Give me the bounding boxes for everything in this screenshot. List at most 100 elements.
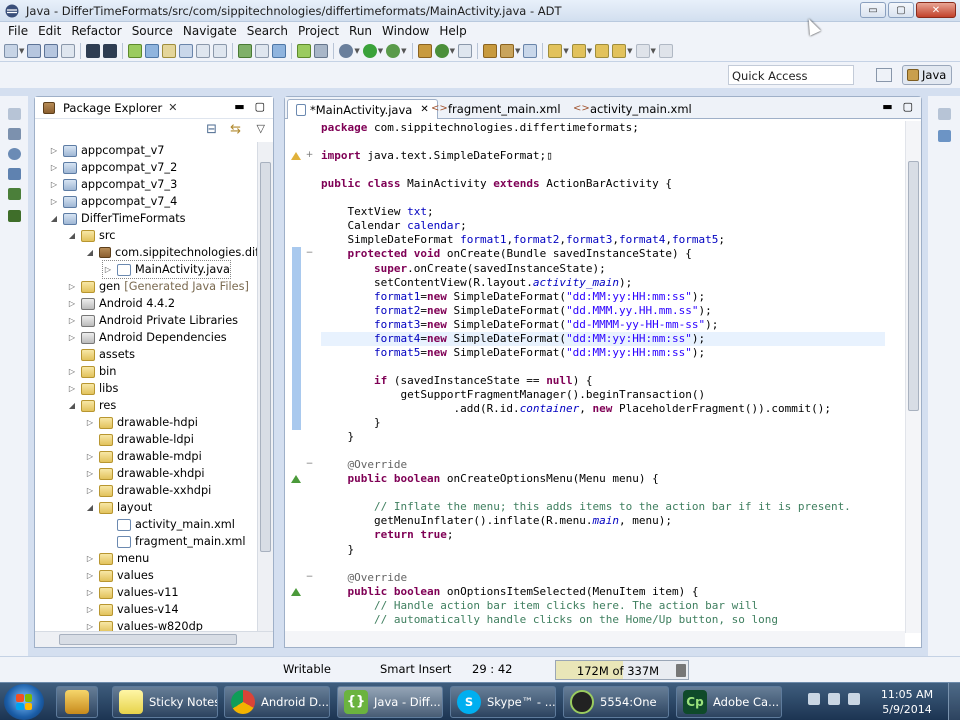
tree-item[interactable]: ▷ drawable-hdpi xyxy=(85,414,198,431)
start-button[interactable] xyxy=(4,684,44,720)
expand-toggle-icon[interactable]: ▷ xyxy=(85,571,95,580)
editor-scroll-thumb[interactable] xyxy=(908,161,919,411)
expand-toggle-icon[interactable]: ▷ xyxy=(49,163,59,172)
collapse-all-icon[interactable]: ⊟ xyxy=(206,122,217,137)
expand-toggle-icon[interactable]: ◢ xyxy=(85,248,95,257)
tree-item[interactable]: ▷ menu xyxy=(85,550,149,567)
new-android-xml-icon[interactable] xyxy=(255,43,270,58)
code-line[interactable]: setContentView(R.layout.activity_main); xyxy=(321,276,632,290)
code-line[interactable]: TextView txt; xyxy=(321,205,433,219)
package-explorer-tab[interactable]: Package Explorer ✕ ▬ ▢ xyxy=(35,97,273,119)
hierarchy-icon[interactable] xyxy=(8,128,21,140)
tree-item[interactable]: drawable-ldpi xyxy=(85,431,194,448)
java-perspective-button[interactable]: Java xyxy=(902,65,952,85)
taskbar-emulator[interactable]: 5554:One xyxy=(563,686,669,718)
tree-item[interactable]: ▷ values-v14 xyxy=(85,601,179,618)
tree-item[interactable]: ▷ Android 4.4.2 xyxy=(67,295,175,312)
taskbar-explorer[interactable] xyxy=(56,686,98,718)
code-line[interactable]: public boolean onOptionsItemSelected(Men… xyxy=(321,585,699,599)
tree-item[interactable]: ◢ src xyxy=(67,227,116,244)
print-icon[interactable] xyxy=(61,43,76,58)
restore-right-icon[interactable] xyxy=(938,108,951,120)
expand-toggle-icon[interactable]: ▷ xyxy=(67,384,77,393)
tree-item[interactable]: fragment_main.xml xyxy=(103,533,246,550)
expand-toggle-icon[interactable]: ▷ xyxy=(85,469,95,478)
search-dropdown-icon[interactable]: ▼ xyxy=(515,47,520,55)
tree-item[interactable]: ◢ res xyxy=(67,397,116,414)
taskbar-skype[interactable]: S Skype™ - ... xyxy=(450,686,556,718)
restore-icon[interactable] xyxy=(8,108,21,120)
new-java-class-icon[interactable] xyxy=(434,43,449,58)
javadoc-icon[interactable] xyxy=(8,148,21,160)
garbage-collect-icon[interactable] xyxy=(676,664,686,677)
new-test-icon[interactable] xyxy=(272,43,287,58)
editor-maximize-icon[interactable]: ▢ xyxy=(903,100,913,113)
code-line[interactable]: // automatically handle clicks on the Ho… xyxy=(321,613,778,627)
code-line[interactable]: format4=new SimpleDateFormat("dd:MM:yy:H… xyxy=(321,332,705,346)
expand-toggle-icon[interactable]: ◢ xyxy=(85,503,95,512)
expand-toggle-icon[interactable]: ◢ xyxy=(49,214,59,223)
expand-toggle-icon[interactable]: ▷ xyxy=(85,486,95,495)
save-all-icon[interactable] xyxy=(44,43,59,58)
taskbar-adobe-captivate[interactable]: Cp Adobe Ca... xyxy=(676,686,782,718)
tree-hscroll-thumb[interactable] xyxy=(59,634,237,645)
outline-icon[interactable] xyxy=(938,130,951,142)
tree-item[interactable]: ▷ drawable-xxhdpi xyxy=(85,482,211,499)
expand-toggle-icon[interactable]: ▷ xyxy=(85,554,95,563)
expand-toggle-icon[interactable]: ▷ xyxy=(49,146,59,155)
external-dropdown-icon[interactable]: ▼ xyxy=(401,47,406,55)
code-line[interactable]: } xyxy=(321,416,381,430)
code-line[interactable]: Calendar calendar; xyxy=(321,219,466,233)
tree-item[interactable]: ▷ MainActivity.java xyxy=(102,260,231,279)
run-external-icon[interactable] xyxy=(386,43,401,58)
network-icon[interactable] xyxy=(828,693,840,705)
pin-editor-icon[interactable] xyxy=(658,43,673,58)
toggle-block-icon[interactable] xyxy=(196,43,211,58)
new-dropdown-icon[interactable]: ▼ xyxy=(19,47,24,55)
editor-vertical-scrollbar[interactable] xyxy=(905,121,921,633)
code-line[interactable]: // Handle action bar item clicks here. T… xyxy=(321,599,758,613)
override-marker-icon[interactable] xyxy=(291,475,301,484)
tree-item[interactable]: ◢ layout xyxy=(85,499,152,516)
editor-horizontal-scrollbar[interactable] xyxy=(285,631,905,647)
menu-project[interactable]: Project xyxy=(293,24,344,38)
expand-toggle-icon[interactable]: ▷ xyxy=(49,180,59,189)
console-icon[interactable] xyxy=(8,188,21,200)
code-line[interactable]: @Override xyxy=(321,458,408,472)
back-dropdown-icon[interactable]: ▼ xyxy=(627,47,632,55)
tree-item[interactable]: assets xyxy=(67,346,135,363)
expand-toggle-icon[interactable]: ▷ xyxy=(67,282,77,291)
tree-item[interactable]: ▷ appcompat_v7_3 xyxy=(49,176,177,193)
search-icon[interactable] xyxy=(499,43,514,58)
code-line[interactable]: getMenuInflater().inflate(R.menu.main, m… xyxy=(321,514,672,528)
override-marker-icon[interactable] xyxy=(291,587,301,596)
code-line[interactable]: getSupportFragmentManager().beginTransac… xyxy=(321,388,705,402)
code-editor[interactable]: + − − − package com.sippitechnologies.differ… xyxy=(285,121,905,633)
editor-minimize-icon[interactable]: ▬ xyxy=(882,100,892,113)
code-line[interactable]: format3=new SimpleDateFormat("dd-MMMM-yy… xyxy=(321,318,718,332)
menu-help[interactable]: Help xyxy=(434,24,471,38)
fold-toggle-icon[interactable]: − xyxy=(305,460,314,469)
lint-icon[interactable] xyxy=(162,43,177,58)
code-line[interactable]: protected void onCreate(Bundle savedInst… xyxy=(321,247,692,261)
volume-icon[interactable] xyxy=(848,693,860,705)
tree-item[interactable]: ▷ drawable-mdpi xyxy=(85,448,202,465)
maximize-button[interactable]: ▢ xyxy=(888,2,914,18)
run-icon[interactable] xyxy=(362,43,377,58)
tree-item[interactable]: ◢ DifferTimeFormats xyxy=(49,210,186,227)
tree-item[interactable]: ▷ appcompat_v7_2 xyxy=(49,159,177,176)
link-with-editor-icon[interactable]: ⇆ xyxy=(230,122,241,137)
open-type-icon[interactable] xyxy=(482,43,497,58)
tree-item[interactable]: ▷ libs xyxy=(67,380,118,397)
heap-status[interactable]: 172M of 337M xyxy=(555,660,689,680)
skip-breakpoints-icon[interactable] xyxy=(314,43,329,58)
tree-item[interactable]: ◢ com.sippitechnologies.differ xyxy=(85,244,259,261)
back-icon[interactable] xyxy=(612,43,627,58)
expand-toggle-icon[interactable]: ▷ xyxy=(67,316,77,325)
tree-item[interactable]: ▷ drawable-xhdpi xyxy=(85,465,205,482)
expand-toggle-icon[interactable]: ▷ xyxy=(85,605,95,614)
quick-access-input[interactable]: Quick Access xyxy=(728,65,854,85)
expand-toggle-icon[interactable]: ◢ xyxy=(67,401,77,410)
forward-dropdown-icon[interactable]: ▼ xyxy=(651,47,656,55)
android-icon[interactable] xyxy=(297,43,312,58)
